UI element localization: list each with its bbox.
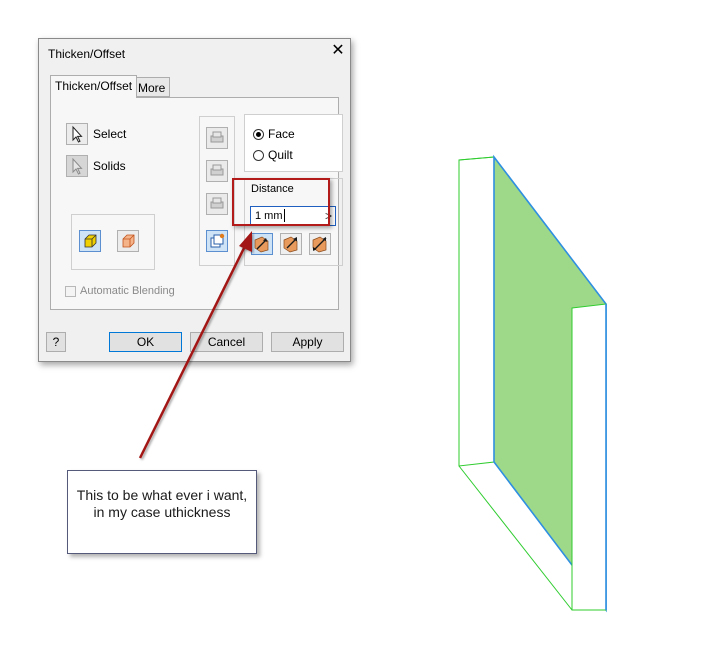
annotation-callout: This to be what ever i want, in my case …	[67, 470, 257, 554]
tab-thicken-offset[interactable]: Thicken/Offset	[50, 75, 138, 98]
annotation-text: This to be what ever i want, in my case …	[76, 487, 248, 520]
model-back-panel	[458, 156, 495, 467]
model-top-edge	[458, 156, 495, 161]
model-front-edge	[571, 303, 607, 611]
model-viewport	[458, 154, 607, 613]
